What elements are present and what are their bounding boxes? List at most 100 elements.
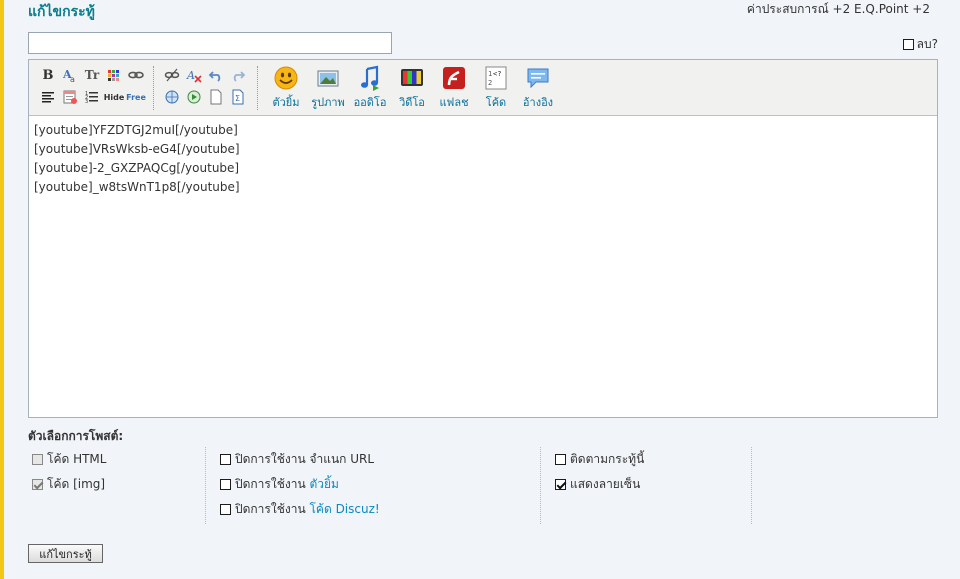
svg-text:Σ: Σ bbox=[235, 94, 240, 103]
points-info: ค่าประสบการณ์ +2 E.Q.Point +2 bbox=[746, 2, 930, 16]
quote-label: อ้างอิง bbox=[522, 96, 554, 109]
link-button[interactable] bbox=[125, 64, 147, 86]
left-accent-bar bbox=[0, 0, 4, 579]
svg-text:1: 1 bbox=[488, 70, 492, 78]
options-column-2: ปิดการใช้งาน จำแนก URL ปิดการใช้งาน ตัวย… bbox=[206, 447, 541, 524]
page-title: แก้ไขกระทู้ bbox=[28, 4, 95, 20]
message-line: [youtube]-2_GXZPAQCg[/youtube] bbox=[34, 161, 240, 175]
code-icon: 1 <? 2 bbox=[482, 64, 510, 92]
insert-globe-button[interactable] bbox=[161, 86, 183, 108]
delete-checkbox-row[interactable]: ลบ? bbox=[902, 35, 938, 54]
audio-icon bbox=[356, 64, 384, 92]
undo-icon bbox=[208, 71, 221, 82]
media-play-icon bbox=[187, 90, 201, 104]
audio-label: ออดิโอ bbox=[353, 96, 387, 109]
code-button[interactable]: 1 <? 2 โค้ด bbox=[475, 64, 517, 111]
hide-button[interactable]: Hide bbox=[103, 86, 125, 108]
flash-icon bbox=[440, 64, 468, 92]
message-textarea[interactable]: [youtube]YFZDTGJ2muI[/youtube] [youtube]… bbox=[29, 116, 937, 202]
redo-button[interactable] bbox=[227, 64, 249, 86]
font-size-button[interactable]: Tr bbox=[81, 64, 103, 86]
smiley-button[interactable]: ตัวยิ้ม bbox=[265, 64, 307, 111]
quote-button[interactable]: อ้างอิง bbox=[517, 64, 559, 111]
image-button[interactable]: รูปภาพ bbox=[307, 64, 349, 111]
option-disable-url[interactable]: ปิดการใช้งาน จำแนก URL bbox=[220, 447, 540, 472]
html-code-label: โค้ด HTML bbox=[47, 452, 107, 466]
format-toolbar-group: B Aa Tr 123 Hide Free bbox=[37, 64, 147, 108]
unlink-button[interactable] bbox=[161, 64, 183, 86]
new-page-button[interactable] bbox=[205, 86, 227, 108]
remove-format-icon: A bbox=[186, 69, 202, 83]
free-button[interactable]: Free bbox=[125, 86, 147, 108]
message-line: [youtube]VRsWksb-eG4[/youtube] bbox=[34, 142, 240, 156]
video-button[interactable]: วิดีโอ bbox=[391, 64, 433, 111]
smiley-label: ตัวยิ้ม bbox=[272, 96, 300, 109]
sum-button[interactable]: Σ bbox=[227, 86, 249, 108]
document-sum-icon: Σ bbox=[232, 89, 244, 105]
undo-button[interactable] bbox=[205, 64, 227, 86]
discuz-code-link[interactable]: โค้ด Discuz! bbox=[309, 502, 379, 516]
svg-text:A: A bbox=[186, 69, 195, 82]
color-button[interactable] bbox=[103, 64, 125, 86]
html-code-checkbox[interactable] bbox=[32, 454, 43, 465]
option-img-code[interactable]: โค้ด [img] bbox=[32, 472, 205, 497]
options-column-3: ติดตามกระทู้นี้ แสดงลายเซ็น bbox=[541, 447, 752, 524]
link-icon bbox=[128, 71, 144, 79]
media-toolbar: ตัวยิ้ม รูปภาพ ออดิโอ วิดีโอ แฟลช 1 <? 2… bbox=[265, 64, 559, 111]
insert-media-button[interactable] bbox=[183, 86, 205, 108]
show-signature-checkbox[interactable] bbox=[555, 479, 566, 490]
edit-thread-submit-button[interactable]: แก้ไขกระทู้ bbox=[28, 544, 103, 563]
smiley-link[interactable]: ตัวยิ้ม bbox=[309, 477, 338, 491]
numbered-list-icon: 123 bbox=[85, 91, 98, 105]
option-disable-smiley[interactable]: ปิดการใช้งาน ตัวยิ้ม bbox=[220, 472, 540, 497]
smiley-icon bbox=[272, 64, 300, 92]
options-column-1: โค้ด HTML โค้ด [img] bbox=[28, 447, 206, 524]
option-follow-thread[interactable]: ติดตามกระทู้นี้ bbox=[555, 447, 751, 472]
audio-button[interactable]: ออดิโอ bbox=[349, 64, 391, 111]
disable-discuz-checkbox[interactable] bbox=[220, 504, 231, 515]
edit-toolbar-group: A Σ bbox=[161, 64, 249, 108]
align-left-button[interactable] bbox=[37, 86, 59, 108]
message-line: [youtube]YFZDTGJ2muI[/youtube] bbox=[34, 123, 238, 137]
video-icon bbox=[398, 64, 426, 92]
align-left-icon bbox=[42, 92, 54, 103]
post-options-title: ตัวเลือกการโพสต์: bbox=[28, 429, 124, 443]
code-label: โค้ด bbox=[485, 96, 507, 109]
flash-label: แฟลช bbox=[439, 96, 469, 109]
list-button[interactable]: 123 bbox=[81, 86, 103, 108]
font-family-button[interactable]: Aa bbox=[59, 64, 81, 86]
font-icon: Aa bbox=[62, 68, 75, 83]
video-label: วิดีโอ bbox=[399, 96, 425, 109]
bold-button[interactable]: B bbox=[37, 64, 59, 86]
disable-discuz-label: ปิดการใช้งาน โค้ด Discuz! bbox=[235, 500, 380, 519]
disable-smiley-checkbox[interactable] bbox=[220, 479, 231, 490]
follow-thread-label: ติดตามกระทู้นี้ bbox=[570, 452, 645, 466]
show-signature-label: แสดงลายเซ็น bbox=[570, 477, 641, 491]
remove-format-button[interactable]: A bbox=[183, 64, 205, 86]
quote-icon bbox=[524, 64, 552, 92]
option-show-signature[interactable]: แสดงลายเซ็น bbox=[555, 472, 751, 497]
globe-icon bbox=[165, 90, 179, 104]
message-line: [youtube]_w8tsWnT1p8[/youtube] bbox=[34, 180, 240, 194]
disable-url-label: ปิดการใช้งาน จำแนก URL bbox=[235, 452, 375, 466]
img-code-label: โค้ด [img] bbox=[47, 477, 106, 491]
svg-text:a: a bbox=[70, 75, 75, 83]
image-icon bbox=[314, 64, 342, 92]
delete-checkbox[interactable] bbox=[902, 39, 914, 50]
table-icon bbox=[63, 90, 77, 104]
color-grid-icon bbox=[108, 70, 119, 81]
toolbar-separator bbox=[257, 66, 258, 110]
svg-text:<?: <? bbox=[493, 70, 501, 78]
option-html-code[interactable]: โค้ด HTML bbox=[32, 447, 205, 472]
subject-input[interactable] bbox=[28, 32, 392, 54]
follow-thread-checkbox[interactable] bbox=[555, 454, 566, 465]
table-button[interactable] bbox=[59, 86, 81, 108]
option-disable-discuz[interactable]: ปิดการใช้งาน โค้ด Discuz! bbox=[220, 497, 540, 522]
page-icon bbox=[210, 89, 222, 105]
delete-label: ลบ? bbox=[916, 37, 938, 51]
svg-text:3: 3 bbox=[85, 99, 88, 105]
img-code-checkbox[interactable] bbox=[32, 479, 43, 490]
flash-button[interactable]: แฟลช bbox=[433, 64, 475, 111]
disable-url-checkbox[interactable] bbox=[220, 454, 231, 465]
redo-icon bbox=[233, 71, 246, 82]
